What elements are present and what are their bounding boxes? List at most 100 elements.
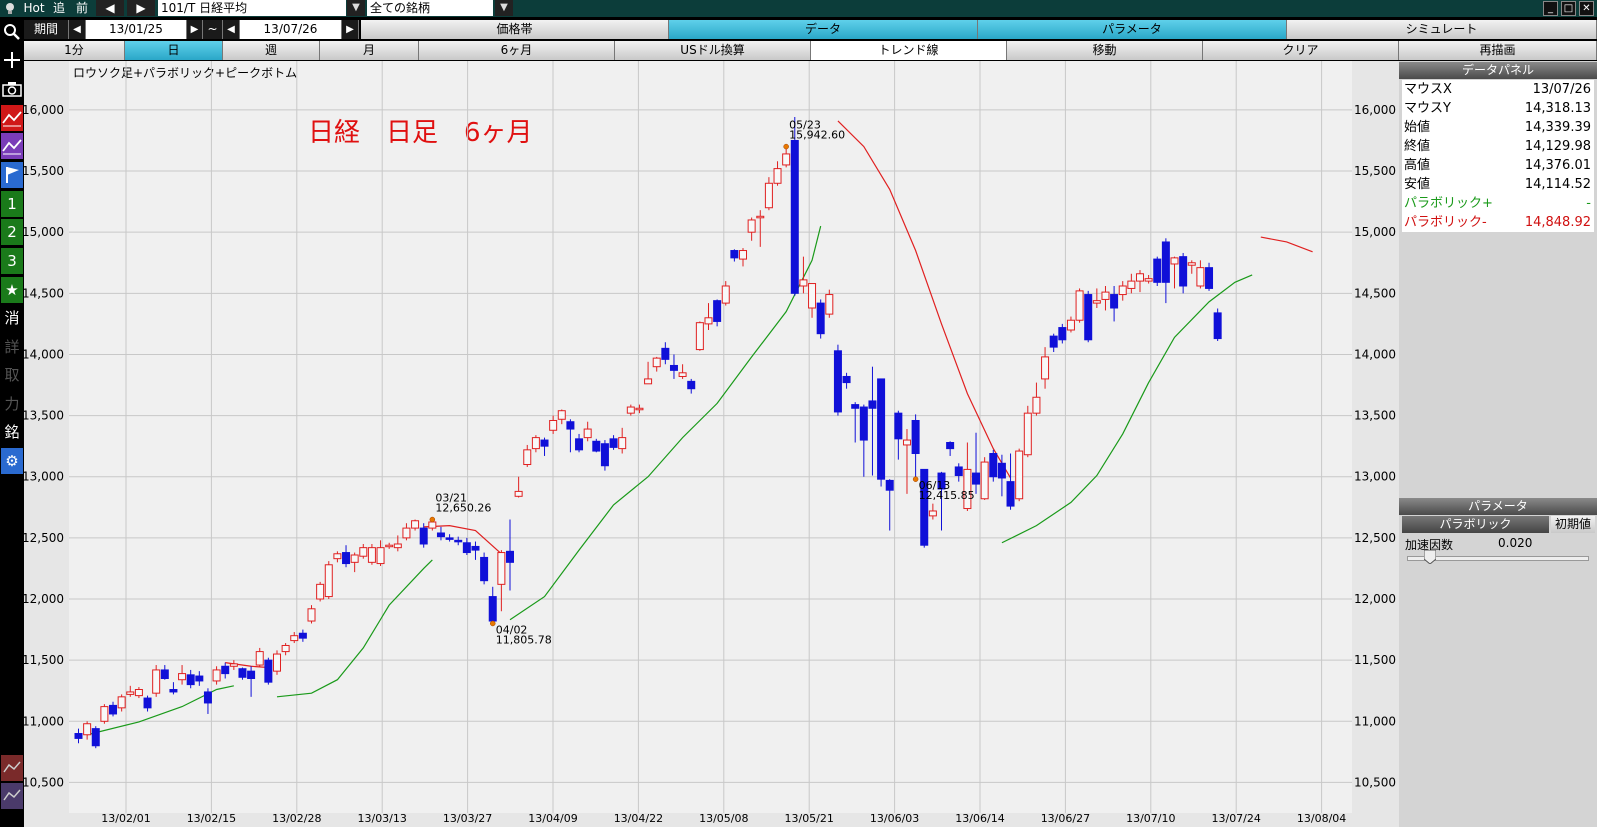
candlestick-chart[interactable]: 10,500 10,500 11,000 11,000 11,500 11,500 12,0… (0, 0, 1597, 827)
candle-up (799, 279, 808, 287)
data-panel-row: 安値 14,114.52 (1402, 175, 1594, 194)
candle-up (126, 691, 135, 695)
y-tick-label-left: 11,000 (22, 714, 64, 728)
candle-down (575, 438, 584, 451)
candle-down (1179, 256, 1188, 287)
candle-up (385, 544, 394, 548)
candle-up (497, 552, 506, 585)
y-tick-label-left: 13,500 (22, 409, 64, 423)
data-panel-key: 安値 (1404, 177, 1431, 192)
data-panel-key: マウスX (1404, 82, 1452, 97)
x-tick-label: 13/02/28 (272, 812, 321, 825)
x-tick-label: 13/05/08 (699, 812, 748, 825)
param-slider-thumb[interactable] (1423, 549, 1437, 565)
candle-down (160, 669, 169, 679)
candle-up (747, 219, 756, 233)
candle-up (531, 437, 540, 450)
candle-up (626, 406, 635, 414)
candle-up (255, 651, 264, 666)
candle-up (549, 419, 558, 431)
candle-down (885, 479, 894, 491)
candle-down (488, 596, 497, 622)
param-value[interactable]: 0.020 (1498, 536, 1532, 550)
param-tab-parabolic[interactable]: パラボリック (1402, 516, 1549, 533)
candle-down (419, 527, 428, 545)
candle-down (143, 697, 152, 709)
x-tick-label: 13/02/01 (101, 812, 150, 825)
y-tick-label-right: 10,500 (1354, 775, 1396, 789)
candle-down (877, 378, 886, 480)
y-tick-label-right: 16,000 (1354, 103, 1396, 117)
candle-down (954, 466, 963, 477)
candle-up (83, 723, 92, 736)
candle-up (290, 635, 299, 642)
candle-up (117, 696, 126, 709)
candle-up (1041, 356, 1050, 380)
peak-value-label: 11,805.78 (496, 633, 552, 646)
candle-down (471, 545, 480, 551)
candle-up (428, 521, 437, 529)
candle-up (1015, 450, 1024, 500)
data-panel-row: 終値 14,129.98 (1402, 137, 1594, 156)
candle-down (1153, 258, 1162, 283)
parabolic-minus-line (423, 525, 502, 555)
candle-up (635, 407, 644, 411)
candle-down (74, 733, 83, 739)
data-panel-value: 14,339.39 (1524, 120, 1591, 135)
candle-down (833, 350, 842, 413)
candle-down (997, 462, 1006, 479)
candle-up (928, 510, 937, 517)
x-tick-label: 13/02/15 (187, 812, 236, 825)
candle-up (376, 547, 385, 565)
candle-up (272, 653, 281, 672)
candle-down (540, 439, 549, 447)
candle-up (1135, 273, 1144, 282)
candle-down (972, 472, 981, 485)
param-reset-button[interactable]: 初期値 (1551, 516, 1595, 533)
candle-up (739, 250, 748, 260)
candle-up (1196, 267, 1205, 287)
candle-up (1092, 300, 1101, 304)
candle-up (583, 428, 592, 439)
candle-up (1118, 285, 1127, 296)
candle-down (730, 250, 739, 259)
candle-up (333, 553, 342, 560)
candle-up (1187, 262, 1196, 266)
candle-up (393, 543, 402, 549)
candle-down (436, 532, 445, 538)
candle-down (609, 438, 618, 448)
candle-down (859, 406, 868, 441)
candle-up (307, 608, 316, 622)
data-panel-value: 14,114.52 (1524, 177, 1591, 192)
data-panel-key: パラボリック+ (1404, 196, 1493, 211)
y-tick-label-right: 12,500 (1354, 531, 1396, 545)
peak-marker (429, 516, 436, 523)
data-panel-row: マウスX 13/07/26 (1402, 80, 1594, 99)
candle-down (1006, 481, 1015, 507)
candle-up (178, 673, 187, 681)
candle-down (842, 375, 851, 384)
parabolic-plus-line (276, 559, 433, 698)
candle-down (445, 537, 454, 540)
data-panel-row: マウスY 14,318.13 (1402, 99, 1594, 118)
candle-up (134, 689, 143, 697)
data-panel-value: 14,318.13 (1524, 101, 1591, 116)
candle-up (359, 547, 368, 557)
candle-up (1066, 319, 1075, 331)
candle-down (1058, 327, 1067, 341)
x-tick-label: 13/03/27 (443, 812, 492, 825)
x-tick-label: 13/05/21 (784, 812, 833, 825)
param-panel-title: パラメータ (1399, 498, 1597, 515)
data-panel-key: 始値 (1404, 120, 1431, 135)
y-tick-label-left: 10,500 (22, 775, 64, 789)
x-tick-label: 13/07/10 (1126, 812, 1175, 825)
candle-up (229, 663, 238, 667)
candle-down (989, 453, 998, 478)
candle-down (851, 404, 860, 409)
candle-down (790, 139, 799, 294)
candle-down (661, 347, 670, 360)
bottom-marker (912, 476, 919, 482)
data-panel-row: パラボリック- 14,848.92 (1402, 213, 1594, 232)
candle-down (1084, 294, 1093, 341)
candle-down (1213, 312, 1222, 340)
